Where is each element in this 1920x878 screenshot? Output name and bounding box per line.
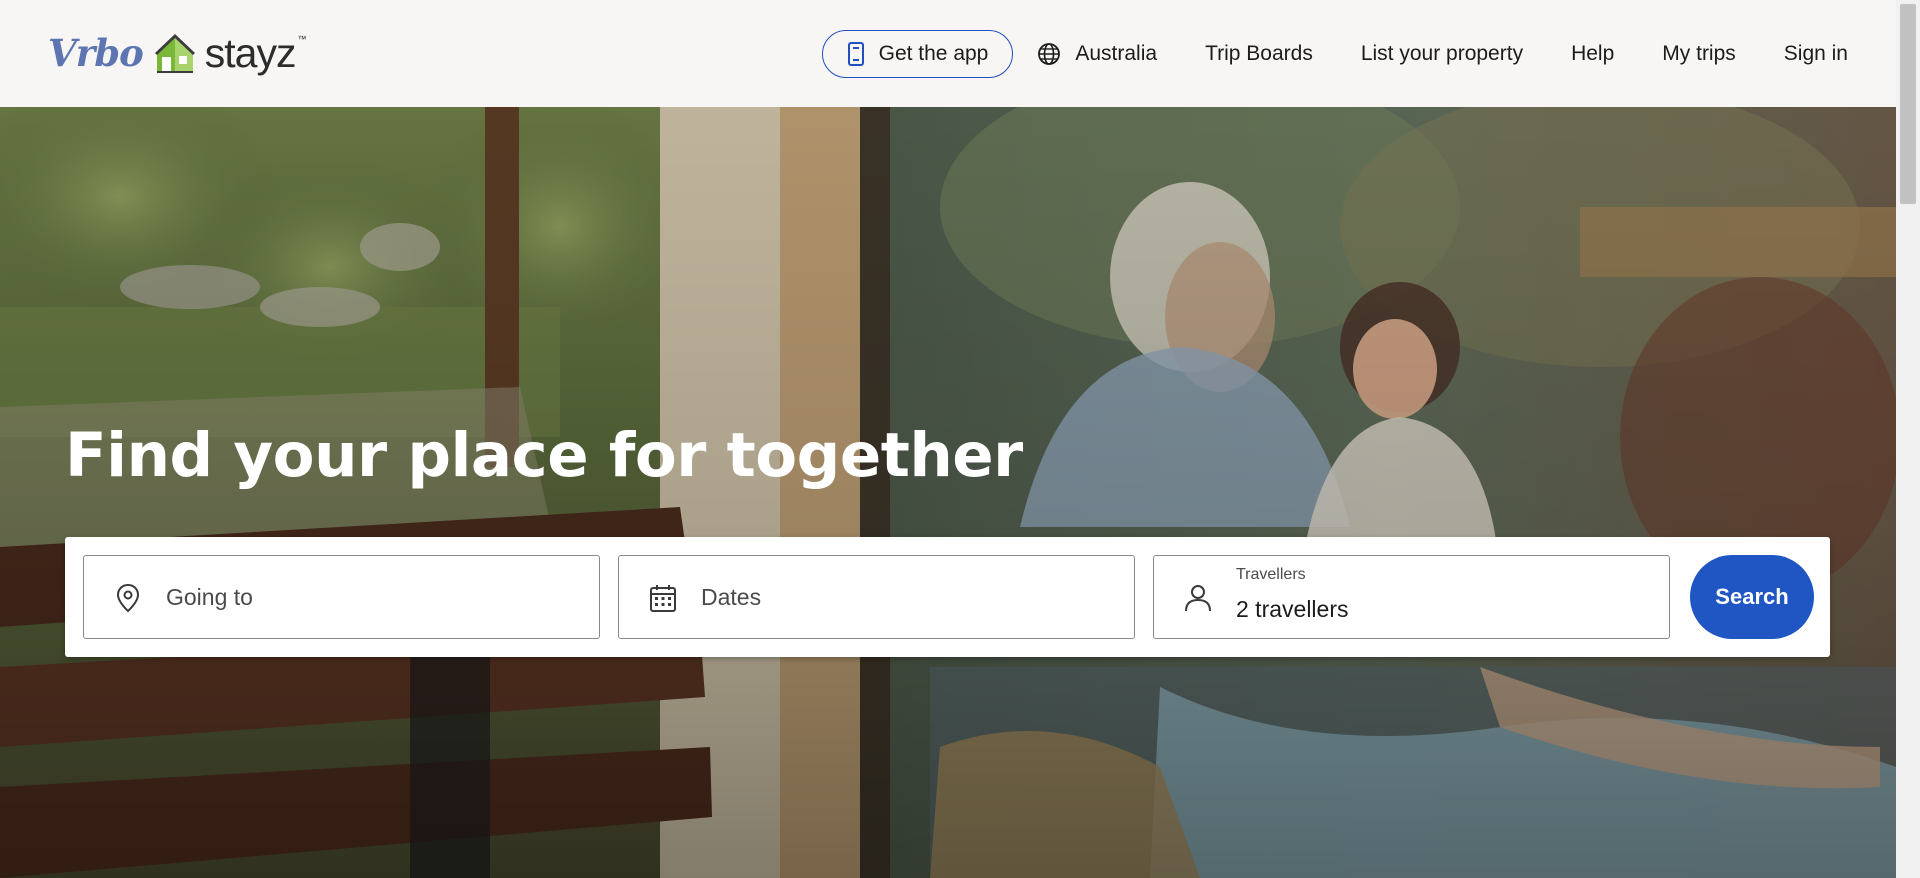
page-scrollbar[interactable] [1896,0,1920,878]
get-the-app-label: Get the app [878,42,989,65]
scrollbar-thumb[interactable] [1900,4,1916,204]
dates-input[interactable]: Dates [618,555,1135,639]
list-your-property-label: List your property [1360,42,1524,65]
going-to-placeholder: Going to [166,584,253,610]
my-trips-link[interactable]: My trips [1662,42,1736,66]
vrbo-stayz-logo[interactable]: Vrbo stayz ™ [48,29,307,77]
hero-banner: Find your place for together Going to Da… [0,107,1896,878]
site-header: Vrbo stayz ™ Get the app Australia Trip … [0,0,1896,107]
search-button[interactable]: Search [1690,555,1814,639]
map-pin-icon [116,583,140,613]
calendar-icon [650,585,676,612]
top-nav: Get the app Australia Trip Boards List y… [821,30,1848,78]
get-the-app-button[interactable]: Get the app [821,30,1014,78]
trademark-symbol: ™ [297,33,307,44]
help-label: Help [1571,42,1615,65]
house-logo-icon [154,34,195,73]
help-link[interactable]: Help [1571,42,1614,66]
globe-icon [1038,43,1061,65]
list-your-property-link[interactable]: List your property [1361,42,1523,66]
travellers-value: 2 travellers [1236,596,1349,622]
sign-in-link[interactable]: Sign in [1784,42,1848,66]
stayz-logo-text: stayz ™ [204,29,307,77]
going-to-input[interactable]: Going to [83,555,600,639]
search-form: Going to Dates Travellers 2 travellers S… [65,537,1830,657]
vrbo-logo-text: Vrbo [48,31,144,75]
phone-icon [847,42,864,66]
trip-boards-link[interactable]: Trip Boards [1205,42,1313,66]
trip-boards-label: Trip Boards [1205,42,1313,65]
hero-title: Find your place for together [65,420,1023,491]
region-label: Australia [1075,42,1158,65]
hero-background-image [0,107,1896,878]
my-trips-label: My trips [1662,42,1736,65]
travellers-label: Travellers [1236,566,1306,583]
sign-in-label: Sign in [1783,42,1848,65]
person-icon [1185,585,1211,612]
stayz-wordmark: stayz [204,29,297,76]
region-selector[interactable]: Australia [1037,42,1157,66]
dates-placeholder: Dates [701,584,762,610]
travellers-input[interactable]: Travellers 2 travellers [1153,555,1670,639]
